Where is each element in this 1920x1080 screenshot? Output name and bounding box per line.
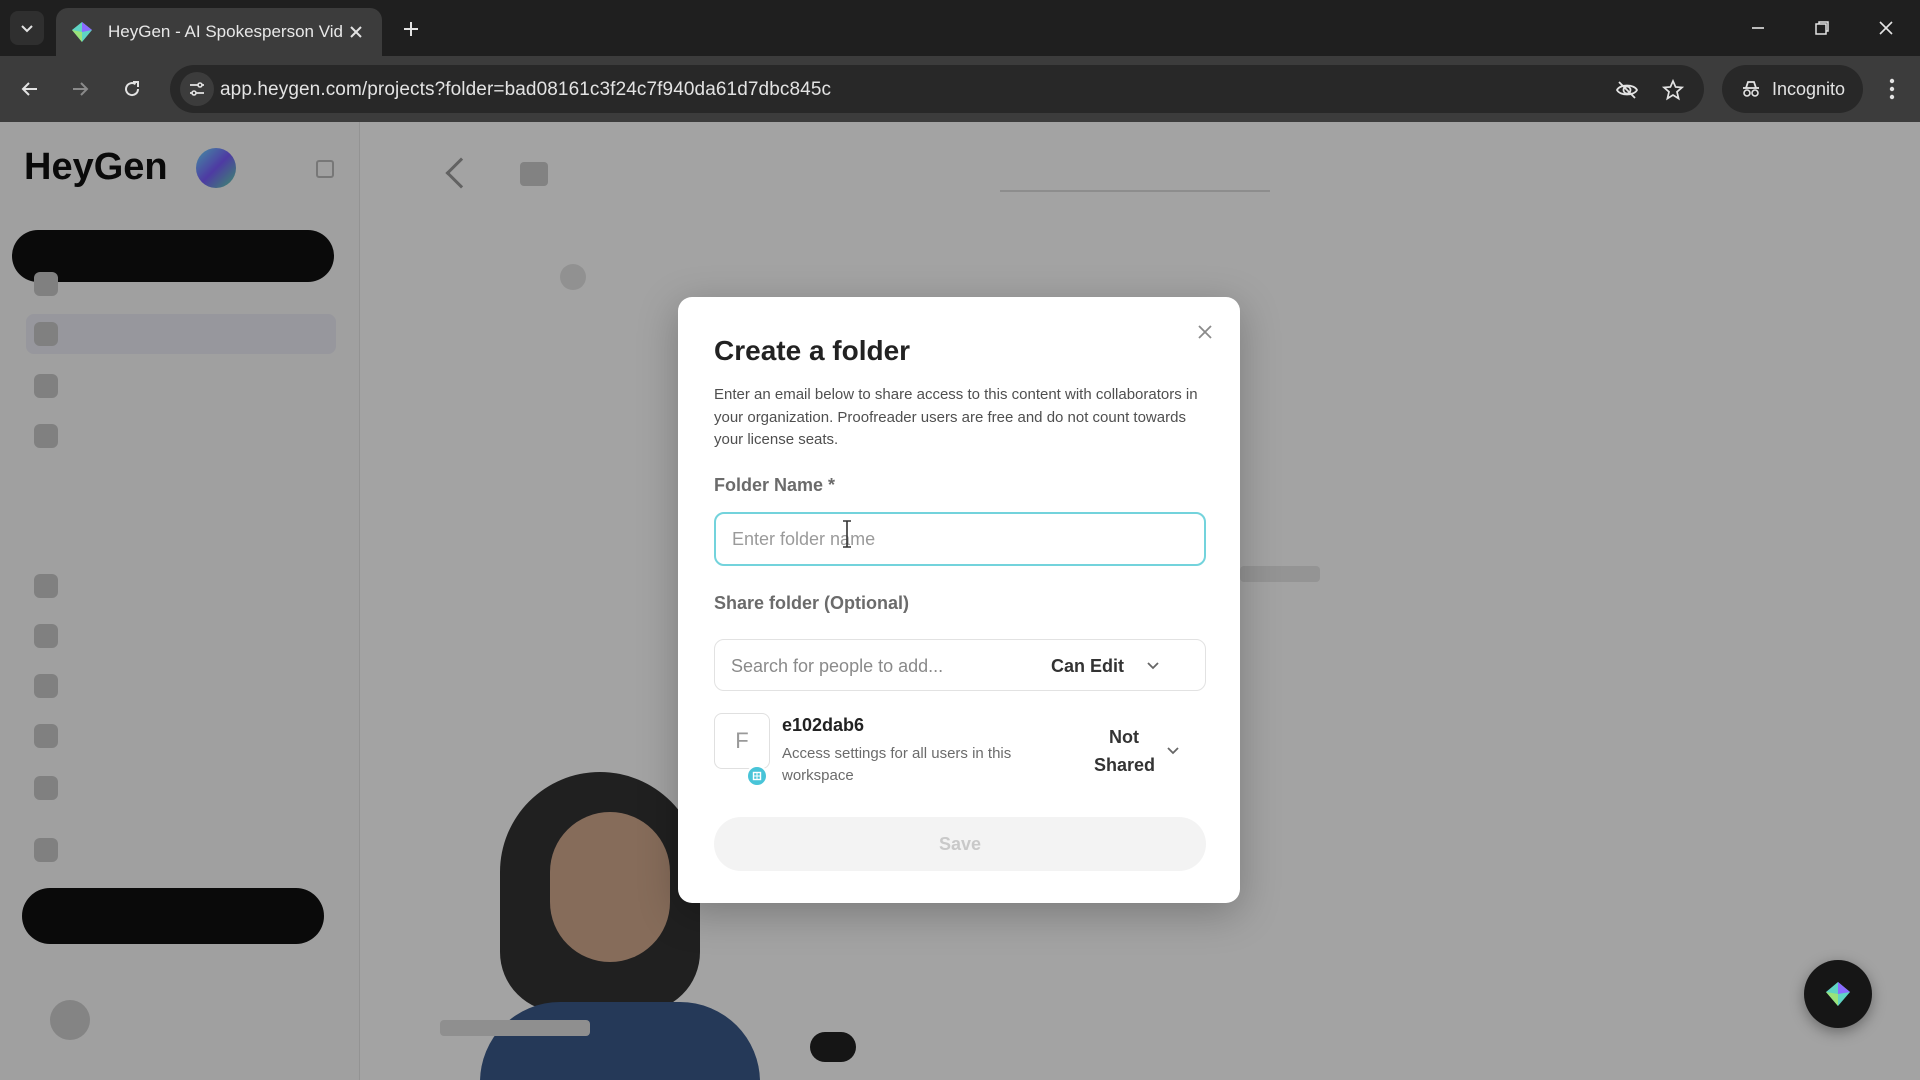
tab-search-button[interactable]: [10, 11, 44, 45]
browser-tabstrip: HeyGen - AI Spokesperson Vid: [0, 0, 1920, 56]
browser-toolbar: app.heygen.com/projects?folder=bad08161c…: [0, 56, 1920, 122]
dialog-title: Create a folder: [714, 335, 911, 366]
window-close-icon[interactable]: [1866, 10, 1906, 46]
member-row: F e102dab6 Access settings for all users…: [714, 713, 1206, 793]
chevron-down-icon: [1167, 747, 1179, 755]
eye-off-icon[interactable]: [1614, 77, 1640, 103]
people-search-input[interactable]: [731, 653, 1031, 679]
chevron-down-icon: [1147, 662, 1159, 670]
site-info-icon[interactable]: [180, 72, 214, 106]
permission-dropdown[interactable]: Can Edit: [1051, 650, 1193, 682]
reload-icon[interactable]: [114, 71, 150, 107]
share-folder-label: Share folder (Optional): [714, 593, 910, 613]
permission-label: Can Edit: [1051, 655, 1125, 676]
close-icon[interactable]: [1192, 319, 1218, 345]
heygen-assistant-icon: [1826, 982, 1850, 1006]
folder-name-input[interactable]: [714, 512, 1206, 566]
incognito-indicator[interactable]: Incognito: [1722, 65, 1864, 113]
folder-name-label: Folder Name *: [714, 475, 836, 495]
url-text: app.heygen.com/projects?folder=bad08161c…: [220, 79, 832, 100]
create-folder-dialog: Create a folder Enter an email below to …: [678, 297, 1240, 903]
member-avatar: F: [714, 713, 770, 769]
browser-menu-icon[interactable]: [1874, 71, 1910, 107]
back-arrow-icon[interactable]: [12, 71, 48, 107]
browser-tab-active[interactable]: HeyGen - AI Spokesperson Vid: [56, 8, 382, 56]
address-bar[interactable]: app.heygen.com/projects?folder=bad08161c…: [170, 65, 1704, 113]
member-name: e102dab6: [782, 715, 865, 735]
restore-icon[interactable]: [1802, 10, 1842, 46]
forward-arrow-icon[interactable]: [62, 71, 98, 107]
bookmark-star-icon[interactable]: [1660, 77, 1686, 103]
minimize-icon[interactable]: [1738, 10, 1778, 46]
share-people-field: Can Edit: [714, 639, 1206, 691]
new-tab-plus-icon[interactable]: [396, 14, 426, 44]
member-permission-label: Not Shared: [1094, 727, 1156, 775]
member-description: Access settings for all users in this wo…: [782, 745, 1012, 784]
dialog-description: Enter an email below to share access to …: [714, 386, 1198, 448]
heygen-favicon-icon: [72, 22, 92, 42]
tab-close-icon[interactable]: [344, 20, 368, 44]
incognito-icon: [1743, 81, 1759, 97]
save-button[interactable]: Save: [714, 817, 1206, 871]
member-permission-dropdown[interactable]: Not Shared: [1094, 723, 1194, 779]
text-cursor-icon: [843, 520, 851, 548]
workspace-badge-icon: [746, 765, 768, 787]
incognito-label: Incognito: [1772, 78, 1846, 99]
tab-title: HeyGen - AI Spokesperson Vid: [108, 22, 343, 41]
help-chat-button[interactable]: [1804, 960, 1872, 1028]
chevron-down-icon: [21, 25, 33, 33]
